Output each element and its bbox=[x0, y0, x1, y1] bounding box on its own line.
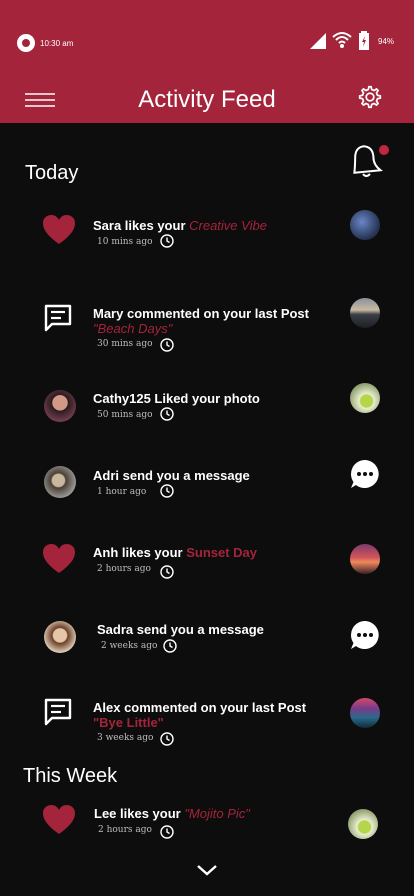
bye-little-thumbnail[interactable] bbox=[350, 698, 380, 728]
settings-gear-icon[interactable] bbox=[357, 84, 383, 110]
adri-avatar[interactable] bbox=[44, 466, 76, 498]
signal-icon bbox=[310, 33, 326, 49]
beach-days-thumbnail[interactable] bbox=[350, 298, 380, 328]
post-name: "Beach Days" bbox=[93, 321, 173, 336]
clock-icon bbox=[160, 825, 174, 839]
activity-text: Anh likes your Sunset Day bbox=[93, 545, 258, 560]
heart-icon bbox=[43, 215, 75, 244]
page-title: Activity Feed bbox=[138, 86, 276, 113]
record-icon bbox=[17, 34, 35, 52]
timestamp: 30 mins ago bbox=[97, 339, 153, 349]
activity-text: Mary commented on your last Post bbox=[93, 306, 309, 321]
status-bar: 10:30 am 94% bbox=[0, 0, 414, 80]
sadra-avatar[interactable] bbox=[44, 621, 76, 653]
clock-icon bbox=[160, 338, 174, 352]
activity-text: Adri send you a message bbox=[93, 468, 250, 483]
clock-icon bbox=[160, 732, 174, 746]
status-time: 10:30 am bbox=[40, 39, 74, 48]
wifi-icon bbox=[332, 32, 352, 48]
post-name: "Bye Little" bbox=[93, 715, 164, 730]
message-bubble-icon[interactable] bbox=[350, 459, 380, 489]
section-this-week: This Week bbox=[23, 765, 118, 787]
comment-icon bbox=[44, 698, 72, 726]
activity-text: Cathy125 Liked your photo bbox=[93, 391, 260, 406]
notification-bell-icon[interactable] bbox=[348, 140, 390, 180]
clock-icon bbox=[163, 639, 177, 653]
activity-text: Sadra send you a message bbox=[97, 622, 264, 637]
activity-text: Sara likes your Creative Vibe bbox=[93, 218, 267, 233]
activity-text: Alex commented on your last Post bbox=[93, 700, 307, 715]
section-today: Today bbox=[25, 162, 79, 184]
chevron-down-icon[interactable] bbox=[195, 862, 219, 878]
timestamp: 10 mins ago bbox=[97, 237, 153, 247]
sunset-day-thumbnail[interactable] bbox=[350, 544, 380, 574]
clock-icon bbox=[160, 234, 174, 248]
activity-text: Lee likes your "Mojito Pic" bbox=[94, 806, 250, 821]
timestamp: 3 weeks ago bbox=[97, 733, 154, 743]
heart-icon bbox=[43, 544, 75, 573]
battery-icon bbox=[359, 31, 369, 50]
drink-thumbnail[interactable] bbox=[350, 383, 380, 413]
timestamp: 2 hours ago bbox=[97, 564, 151, 574]
comment-icon bbox=[44, 304, 72, 332]
timestamp: 1 hour ago bbox=[97, 487, 147, 497]
battery-percent: 94% bbox=[378, 37, 395, 46]
clock-icon bbox=[160, 565, 174, 579]
heart-icon bbox=[43, 805, 75, 834]
message-bubble-icon[interactable] bbox=[350, 620, 380, 650]
timestamp: 50 mins ago bbox=[97, 410, 153, 420]
creative-vibe-thumbnail[interactable] bbox=[350, 210, 380, 240]
timestamp: 2 hours ago bbox=[98, 825, 152, 835]
timestamp: 2 weeks ago bbox=[101, 641, 158, 651]
clock-icon bbox=[160, 407, 174, 421]
cathy-avatar[interactable] bbox=[44, 390, 76, 422]
clock-icon bbox=[160, 484, 174, 498]
mojito-thumbnail[interactable] bbox=[348, 809, 378, 839]
